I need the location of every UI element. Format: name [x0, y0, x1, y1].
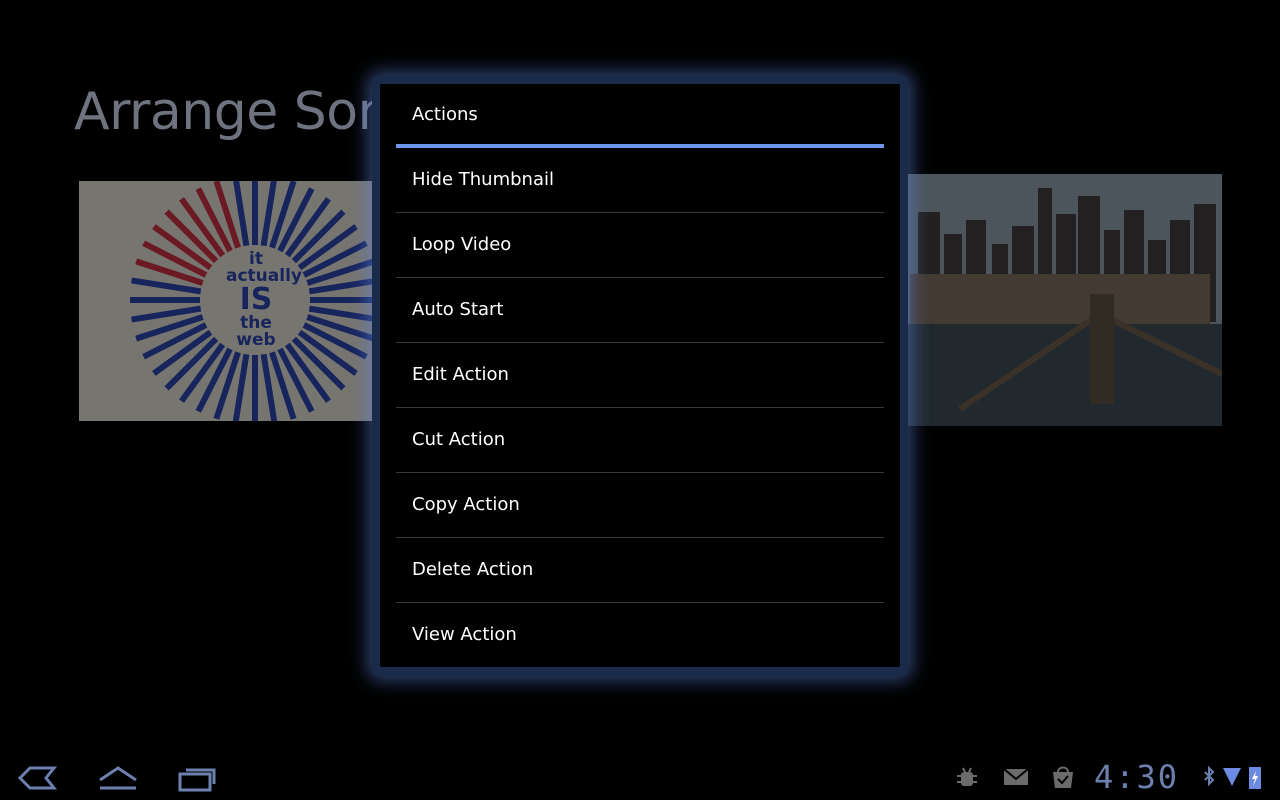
menu-item-label: Loop Video: [412, 234, 512, 255]
page-title: Arrange Som: [74, 82, 408, 142]
thumbnail-right[interactable]: [900, 174, 1222, 426]
menu-item-label: Delete Action: [412, 559, 534, 580]
menu-item-delete-action[interactable]: Delete Action: [396, 538, 884, 603]
menu-item-label: Cut Action: [412, 429, 506, 450]
back-button[interactable]: [16, 762, 60, 794]
debug-icon: [957, 767, 977, 786]
clock: 4:30: [1094, 758, 1180, 796]
menu-item-label: View Action: [412, 624, 517, 645]
menu-item-hide-thumbnail[interactable]: Hide Thumbnail: [396, 148, 884, 213]
recent-apps-icon: [178, 768, 216, 792]
recent-apps-button[interactable]: [176, 762, 220, 794]
home-button[interactable]: [96, 762, 140, 794]
back-icon: [17, 766, 58, 790]
system-bar: 4:30: [0, 752, 1280, 800]
bluetooth-icon: [1204, 765, 1215, 787]
menu-item-label: Hide Thumbnail: [412, 169, 554, 190]
market-icon: [1053, 766, 1073, 788]
thumbnail-left-caption: it actually IS the web: [226, 249, 302, 350]
city-skyline-image: [900, 174, 1222, 426]
menu-item-label: Copy Action: [412, 494, 520, 515]
menu-item-edit-action[interactable]: Edit Action: [396, 343, 884, 408]
menu-item-loop-video[interactable]: Loop Video: [396, 213, 884, 278]
menu-item-auto-start[interactable]: Auto Start: [396, 278, 884, 343]
actions-dialog: Actions Hide Thumbnail Loop Video Auto S…: [380, 84, 900, 667]
gmail-icon: [1003, 768, 1029, 785]
home-icon: [99, 766, 137, 790]
dialog-title: Actions: [412, 104, 478, 125]
menu-item-label: Auto Start: [412, 299, 504, 320]
wifi-icon: [1223, 768, 1241, 786]
menu-item-label: Edit Action: [412, 364, 509, 385]
menu-item-view-action[interactable]: View Action: [396, 603, 884, 667]
thumbnail-left[interactable]: it actually IS the web: [79, 181, 380, 421]
battery-icon: [1249, 767, 1261, 789]
menu-item-copy-action[interactable]: Copy Action: [396, 473, 884, 538]
menu-item-cut-action[interactable]: Cut Action: [396, 408, 884, 473]
actions-menu: Hide Thumbnail Loop Video Auto Start Edi…: [396, 148, 884, 667]
